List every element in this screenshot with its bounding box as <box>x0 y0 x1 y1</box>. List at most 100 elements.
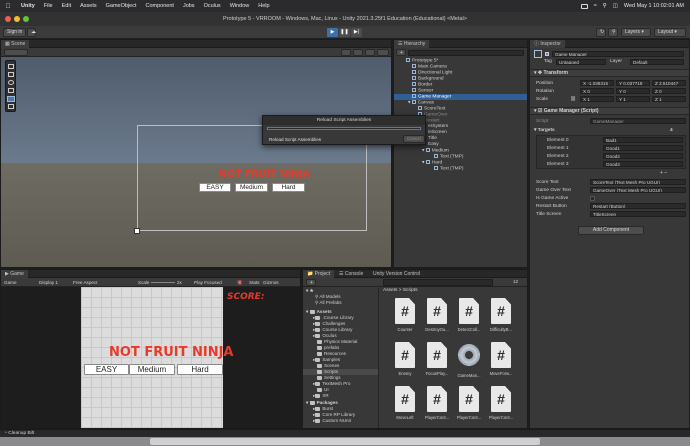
dock-tray[interactable] <box>150 438 540 445</box>
is-game-active-checkbox[interactable] <box>590 196 595 201</box>
element-field[interactable]: Good1 <box>603 145 683 151</box>
scene-hard-button[interactable]: Hard <box>272 183 305 192</box>
asset-item[interactable]: # DifficultyB... <box>487 298 515 340</box>
stats-button[interactable]: Stats <box>249 278 259 287</box>
list-add-remove[interactable]: + – <box>660 170 667 176</box>
tab-inspector[interactable]: ⓘ Inspector <box>530 40 565 48</box>
asset-item[interactable]: # Counter <box>391 298 419 340</box>
view-2d-icon[interactable] <box>353 49 363 56</box>
transform-header[interactable]: ▾ ✥ Transform <box>530 69 689 77</box>
list-item[interactable]: Element 2 Good2 <box>537 153 685 160</box>
scale-x-field[interactable]: X 1 <box>580 96 614 102</box>
package-item[interactable]: ▸ Custom NUnit <box>303 418 378 424</box>
asset-item[interactable]: # MoveLeft <box>391 386 419 428</box>
rotation-x-field[interactable]: X 0 <box>580 88 614 94</box>
gizmos-button[interactable]: Gizmos <box>263 278 279 287</box>
mute-audio-icon[interactable]: 🔇 <box>237 278 243 287</box>
layout-dropdown[interactable]: Layout ▾ <box>654 28 686 37</box>
tab-version-control[interactable]: Unity Version Control <box>369 270 424 278</box>
element-field[interactable]: Good2 <box>603 153 683 159</box>
rotate-tool-icon[interactable] <box>8 80 14 85</box>
menu-edit[interactable]: Edit <box>62 3 71 9</box>
sign-in-button[interactable]: Sign in <box>3 28 27 37</box>
element-field[interactable]: Good3 <box>603 161 683 167</box>
control-center-icon[interactable]: ◫ <box>613 3 618 9</box>
rotation-z-field[interactable]: Z 0 <box>652 88 686 94</box>
game-over-text-field[interactable]: GameOver (Text Mesh Pro UGUI) <box>590 187 686 193</box>
list-item[interactable]: Element 3 Good3 <box>537 161 685 168</box>
asset-item[interactable]: # DetectColl... <box>455 298 483 340</box>
gizmo-icon[interactable] <box>341 49 351 56</box>
score-text-field[interactable]: ScoreText (Text Mesh Pro UGUI) <box>590 179 686 185</box>
menu-jobs[interactable]: Jobs <box>183 3 195 9</box>
script-header[interactable]: ▾ ☑ Game Manager (Script) <box>530 107 689 115</box>
game-medium-button[interactable]: Medium <box>129 364 175 375</box>
list-item[interactable]: Element 1 Good1 <box>537 145 685 152</box>
object-name-field[interactable]: Game Manager <box>552 51 684 57</box>
game-hard-button[interactable]: Hard <box>177 364 223 375</box>
step-button[interactable]: ▶| <box>351 28 362 37</box>
create-asset-button[interactable]: + <box>306 279 316 286</box>
hierarchy-item[interactable]: Text (TMP) <box>394 166 527 172</box>
layers-dropdown[interactable]: Layers ▾ <box>621 28 651 37</box>
breadcrumb[interactable]: Assets > Scripts <box>383 288 418 293</box>
active-checkbox[interactable] <box>545 52 549 56</box>
asset-item[interactable]: # PlayerCont... <box>487 386 515 428</box>
asset-item[interactable]: # DestroyOu... <box>423 298 451 340</box>
minimize-window-icon[interactable] <box>14 16 20 22</box>
rotation-y-field[interactable]: Y 0 <box>616 88 650 94</box>
close-window-icon[interactable] <box>5 16 11 22</box>
asset-item[interactable]: GameMan... <box>455 342 483 384</box>
camera-icon[interactable] <box>377 49 389 56</box>
clock[interactable]: Wed May 1 10:02:01 AM <box>624 3 684 9</box>
asset-item[interactable]: # Enemy <box>391 342 419 384</box>
menu-oculus[interactable]: Oculus <box>204 3 221 9</box>
layer-dropdown[interactable]: Default <box>630 59 684 65</box>
element-field[interactable]: Bad1 <box>603 137 683 143</box>
menu-assets[interactable]: Assets <box>80 3 97 9</box>
add-object-button[interactable]: + <box>396 49 406 56</box>
targets-row[interactable]: ▾ Targets 4 <box>530 127 689 134</box>
menu-app-name[interactable]: Unity <box>21 3 35 9</box>
targets-count[interactable]: 4 <box>670 127 673 134</box>
tag-dropdown[interactable]: Untagged <box>556 59 606 65</box>
menu-gameobject[interactable]: GameObject <box>106 3 137 9</box>
maximize-window-icon[interactable] <box>23 16 29 22</box>
lighting-icon[interactable] <box>365 49 375 56</box>
asset-item[interactable]: # PlayerCont... <box>455 386 483 428</box>
display-dropdown[interactable]: Display 1 <box>39 278 58 287</box>
wifi-icon[interactable]: ≈ <box>594 3 597 9</box>
tab-hierarchy[interactable]: ☰ Hierarchy <box>394 40 430 48</box>
game-easy-button[interactable]: EASY <box>84 364 129 375</box>
project-search-input[interactable] <box>383 279 493 286</box>
title-screen-field[interactable]: TitleScreen <box>590 211 686 217</box>
tab-scene[interactable]: ▦ Scene <box>1 40 30 48</box>
asset-item[interactable]: # PlayerCont... <box>423 386 451 428</box>
add-component-button[interactable]: Add Component <box>578 226 644 235</box>
battery-icon[interactable] <box>580 3 588 9</box>
scene-viewport[interactable]: NOT FRUIT NINJA EASY Medium Hard <box>1 57 391 267</box>
game-display-dropdown[interactable]: Game <box>4 278 17 287</box>
cloud-icon[interactable]: ☁ <box>27 28 36 37</box>
menu-file[interactable]: File <box>44 3 53 9</box>
menu-window[interactable]: Window <box>230 3 250 9</box>
scale-z-field[interactable]: Z 1 <box>652 96 686 102</box>
play-button[interactable]: ▶ <box>327 28 338 37</box>
scene-tools-dropdown[interactable] <box>4 49 28 56</box>
list-item[interactable]: Element 0 Bad1 <box>537 137 685 144</box>
aspect-dropdown[interactable]: Free Aspect <box>73 278 98 287</box>
scale-slider[interactable] <box>151 282 175 283</box>
menu-help[interactable]: Help <box>258 3 269 9</box>
scene-medium-button[interactable]: Medium <box>235 183 268 192</box>
favorites-item[interactable]: ⚲ All Prefabs <box>303 300 378 306</box>
pivot-handle[interactable] <box>134 228 140 234</box>
restart-button-field[interactable]: Restart (Button) <box>590 203 686 209</box>
asset-item[interactable]: # FocusPlay... <box>423 342 451 384</box>
history-icon[interactable]: ↻ <box>596 28 606 37</box>
scene-easy-button[interactable]: EASY <box>199 183 231 192</box>
position-z-field[interactable]: Z 2.510447 <box>652 80 686 86</box>
view-tool-icon[interactable] <box>8 64 14 69</box>
scale-y-field[interactable]: Y 1 <box>616 96 650 102</box>
search-icon[interactable]: ⚲ <box>603 3 607 9</box>
search-icon[interactable]: ⚲ <box>608 28 618 37</box>
